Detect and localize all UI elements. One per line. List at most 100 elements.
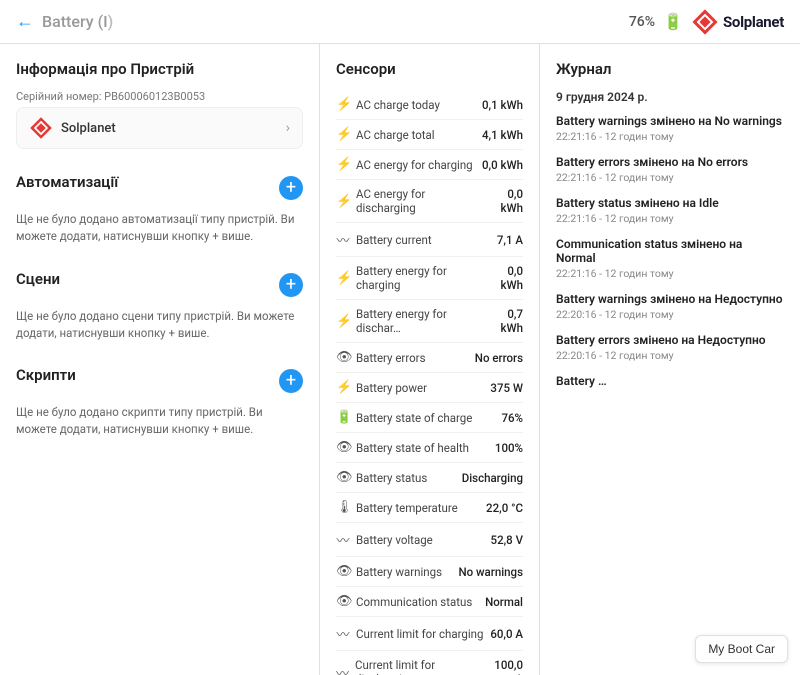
solplanet-text: Solplanet <box>723 13 784 31</box>
sensor-icon: ⚡ <box>336 314 350 329</box>
journal-title: Журнал <box>556 60 784 78</box>
automation-desc: Ще не було додано автоматизації типу при… <box>16 211 303 246</box>
journal-entry-title: Communication status змінено на Normal <box>556 237 784 265</box>
sensor-name: Battery warnings <box>356 565 442 579</box>
sensor-value: No errors <box>475 351 523 365</box>
sensor-value: 100% <box>495 441 523 455</box>
sensor-row: ⚡AC energy for discharging0,0 kWh <box>336 180 523 223</box>
left-panel: Інформація про Пристрій Серійний номер: … <box>0 44 320 675</box>
sensor-value: Normal <box>485 595 523 609</box>
main-content: Інформація про Пристрій Серійний номер: … <box>0 44 800 675</box>
sensor-row: ⚡ Battery energy for charging0,0 kWh <box>336 257 523 300</box>
sensor-row: ⚡AC energy for charging0,0 kWh <box>336 150 523 180</box>
sensor-icon: ⚡ <box>336 97 350 112</box>
sensor-name: Battery power <box>356 381 427 395</box>
brand-row[interactable]: Solplanet › <box>16 107 303 149</box>
sensor-row: 🔋Battery state of charge76% <box>336 403 523 433</box>
brand-name: Solplanet <box>61 121 116 136</box>
sensor-icon: ⚡ <box>336 271 350 286</box>
sensor-value: 100,0 A <box>487 658 523 675</box>
sensor-name: Battery errors <box>356 351 426 365</box>
journal-entry-time: 22:21:16 - 12 годин тому <box>556 171 784 184</box>
scenes-section: Сцени + Ще не було додано сцени типу при… <box>16 270 303 343</box>
journal-panel: Журнал 9 грудня 2024 р. Battery warnings… <box>540 44 800 675</box>
sensor-row: 〰 Battery voltage 52,8 V <box>336 523 523 557</box>
back-button[interactable]: ← <box>16 11 34 32</box>
sensor-value: 0,0 kWh <box>485 264 524 292</box>
add-scenes-button[interactable]: + <box>279 273 303 297</box>
journal-entry-title: Battery warnings змінено на No warnings <box>556 114 784 128</box>
sensor-icon: 〰 <box>336 624 350 643</box>
device-info-section: Інформація про Пристрій Серійний номер: … <box>16 60 303 149</box>
header-right: 76% 🔋 Solplanet <box>629 8 784 36</box>
automation-header: Автоматизації + <box>16 173 303 203</box>
sensors-title: Сенсори <box>336 60 523 78</box>
journal-entry: Battery warnings змінено на Недоступно22… <box>556 292 784 321</box>
device-info-title: Інформація про Пристрій <box>16 60 303 78</box>
sensor-value: 4,1 kWh <box>482 128 523 142</box>
sensors-panel: Сенсори ⚡ AC charge today 0,1 kWh ⚡ AC charg… <box>320 44 540 675</box>
journal-entry: Battery warnings змінено на No warnings2… <box>556 114 784 143</box>
sensor-name: AC charge total <box>356 128 435 142</box>
sensor-name: Battery energy for charging <box>356 264 485 292</box>
brand-logo-icon <box>29 116 53 140</box>
journal-entry-title: Battery status змінено на Idle <box>556 196 784 210</box>
scripts-header: Скрипти + <box>16 366 303 396</box>
solplanet-logo: Solplanet <box>691 8 784 36</box>
sensor-name: Battery state of charge <box>356 411 472 425</box>
serial-number: Серійний номер: PB600060123B0053 <box>16 90 303 103</box>
sensor-row: 〰Current limit for charging60,0 A <box>336 617 523 651</box>
sensor-icon: 〰 <box>336 663 349 675</box>
page-title: Battery (I) <box>42 12 113 31</box>
sensor-name: Communication status <box>356 595 472 609</box>
sensor-row: ⚡AC charge total4,1 kWh <box>336 120 523 150</box>
sensor-row: 👁 Battery state of health 100% <box>336 433 523 463</box>
my-boot-car-button[interactable]: My Boot Car <box>695 635 788 663</box>
sensor-row: 🌡 Battery temperature 22,0 °C <box>336 493 523 523</box>
journal-entry: Battery status змінено на Idle 22:21:16 -… <box>556 196 784 225</box>
sensor-name: Current limit for discharging <box>355 658 487 675</box>
sensor-value: 22,0 °C <box>486 501 523 515</box>
sensor-icon: 👁 <box>336 440 350 455</box>
journal-entry-time: 22:20:16 - 12 годин тому <box>556 349 784 362</box>
sensor-value: 0,1 kWh <box>482 98 523 112</box>
journal-entry-title: Battery errors змінено на Недоступно <box>556 333 784 347</box>
sensor-name: Battery voltage <box>356 533 433 547</box>
sensor-name: AC charge today <box>356 98 440 112</box>
journal-entry: Battery errors змінено на No errors 22:21… <box>556 155 784 184</box>
sensor-value: 52,8 V <box>491 533 523 547</box>
journal-entry: Battery … <box>556 374 784 388</box>
sensor-icon: 🌡 <box>336 500 350 515</box>
sensor-row: 👁 Communication status Normal <box>336 587 523 617</box>
sensor-row: 〰Battery current7,1 A <box>336 223 523 257</box>
chevron-right-icon: › <box>286 120 290 136</box>
sensor-name: Battery energy for dischar… <box>356 307 485 335</box>
add-scripts-button[interactable]: + <box>279 369 303 393</box>
battery-icon: 🔋 <box>663 12 683 31</box>
add-automation-button[interactable]: + <box>279 176 303 200</box>
scenes-desc: Ще не було додано сцени типу пристрій. В… <box>16 308 303 343</box>
brand-left: Solplanet <box>29 116 116 140</box>
header: ← Battery (I) 76% 🔋 Solplanet <box>0 0 800 44</box>
journal-entry-time: 22:21:16 - 12 годин тому <box>556 212 784 225</box>
journal-entry-title: Battery errors змінено на No errors <box>556 155 784 169</box>
scripts-section: Скрипти + Ще не було додано скрипти типу… <box>16 366 303 439</box>
scenes-title: Сцени <box>16 270 60 288</box>
sensor-value: 76% <box>501 411 523 425</box>
sensor-value: 7,1 A <box>497 233 523 247</box>
automation-title: Автоматизації <box>16 173 118 191</box>
sensor-value: 60,0 A <box>490 627 523 641</box>
scripts-title: Скрипти <box>16 366 76 384</box>
sensor-icon: 👁 <box>336 594 350 609</box>
sensor-name: Battery state of health <box>356 441 469 455</box>
sensor-name: Battery status <box>356 471 427 485</box>
journal-entry-time: 22:21:16 - 12 годин тому <box>556 267 784 280</box>
scenes-header: Сцени + <box>16 270 303 300</box>
sensor-icon: 〰 <box>336 530 350 549</box>
battery-percent: 76% <box>629 14 655 30</box>
sensor-name: Battery temperature <box>356 501 458 515</box>
sensor-row: 👁Battery errorsNo errors <box>336 343 523 373</box>
sensor-row: 〰 Current limit for discharging100,0 A <box>336 651 523 675</box>
sensor-row: ⚡Battery energy for dischar…0,7 kWh <box>336 300 523 343</box>
sensor-value: 375 W <box>490 381 523 395</box>
